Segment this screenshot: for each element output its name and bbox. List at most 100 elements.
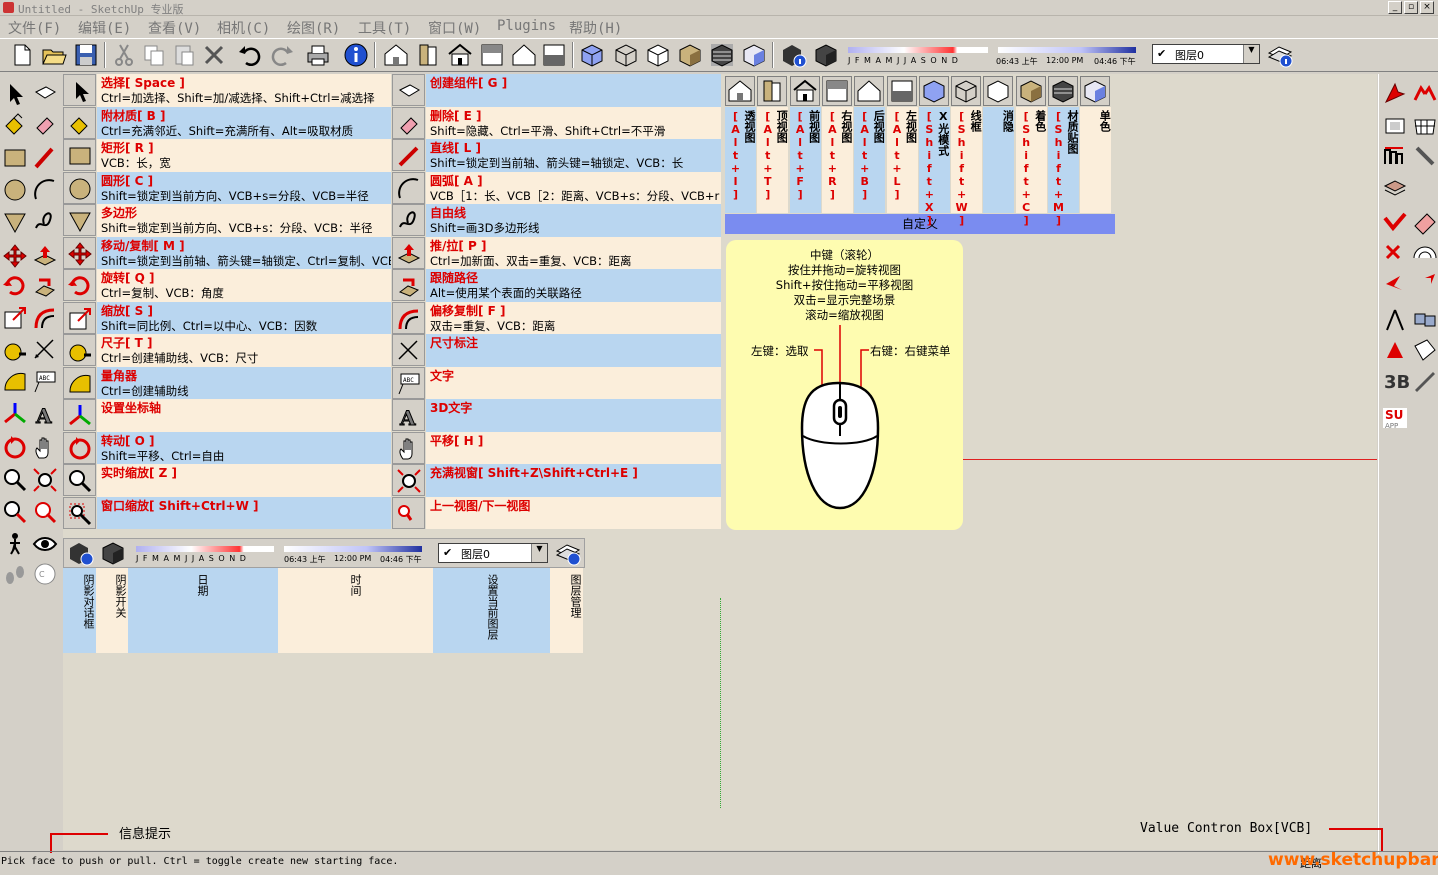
layer-dropdown[interactable]: ✔ 图层0 ▼ (1152, 44, 1260, 64)
print-icon[interactable] (304, 41, 332, 69)
offset-icon[interactable] (392, 301, 425, 334)
rotate-red-icon[interactable] (1381, 238, 1409, 266)
perspective-view-icon[interactable] (725, 76, 755, 106)
textured-icon[interactable] (708, 41, 736, 69)
pushpull-icon[interactable] (392, 236, 425, 269)
monochrome-icon[interactable] (1080, 76, 1111, 106)
dimension-icon[interactable] (392, 334, 425, 366)
right-view-icon[interactable] (821, 76, 852, 106)
text-icon[interactable]: ABC (31, 368, 59, 396)
menu-tools[interactable]: 工具(T) (358, 18, 411, 38)
zoom-icon[interactable] (1, 466, 29, 494)
tape-measure-red-icon[interactable] (1381, 208, 1409, 236)
zoom-icon[interactable] (63, 464, 96, 496)
move-arrows-icon[interactable] (1381, 80, 1409, 108)
text3d-icon[interactable]: A (392, 399, 425, 431)
undo-icon[interactable] (236, 41, 264, 69)
arc-icon[interactable] (31, 176, 59, 204)
date-slider[interactable] (848, 47, 988, 53)
close-button[interactable]: × (1420, 1, 1434, 14)
shadow-settings-icon[interactable] (67, 539, 95, 567)
move-icon[interactable] (63, 236, 96, 269)
new-file-icon[interactable] (8, 41, 36, 69)
layer-dropdown[interactable]: ✔ 图层0 ▼ (438, 543, 548, 563)
front-view-icon[interactable] (789, 76, 820, 106)
wireframe-icon[interactable] (612, 41, 640, 69)
pointer-red-icon[interactable] (1381, 270, 1409, 298)
redo-icon[interactable] (268, 41, 296, 69)
right-view-icon[interactable] (510, 41, 538, 69)
menu-file[interactable]: 文件(F) (8, 18, 61, 38)
su-app-icon[interactable]: SU APP (1381, 404, 1409, 432)
textured-icon[interactable] (1048, 76, 1078, 106)
compass-icon[interactable] (1381, 306, 1409, 334)
scale-icon[interactable] (1, 304, 29, 332)
zoom-window-icon[interactable] (1, 498, 29, 526)
zoom-window-icon[interactable] (63, 496, 96, 529)
text-icon[interactable]: ABC (392, 366, 425, 399)
xray-icon[interactable] (578, 41, 606, 69)
menu-draw[interactable]: 绘图(R) (287, 18, 340, 38)
pushpull-icon[interactable] (31, 242, 59, 270)
prev-view-icon[interactable] (31, 498, 59, 526)
delete-icon[interactable] (200, 41, 228, 69)
line-icon[interactable] (31, 144, 59, 172)
top-view-icon[interactable] (478, 41, 506, 69)
axes-icon[interactable] (63, 399, 96, 431)
move-icon[interactable] (1, 242, 29, 270)
shaded-icon[interactable] (676, 41, 704, 69)
stairs-icon[interactable] (1381, 142, 1409, 170)
brush-icon[interactable] (1411, 142, 1438, 170)
pen-icon[interactable] (1411, 366, 1438, 394)
line-icon[interactable] (392, 139, 425, 171)
arrow-red-icon[interactable] (1411, 270, 1438, 298)
flip-icon[interactable] (1411, 80, 1438, 108)
front-view-icon[interactable] (414, 41, 442, 69)
house-view-icon[interactable] (446, 41, 474, 69)
maximize-button[interactable]: ▫ (1404, 1, 1418, 14)
freehand-icon[interactable] (392, 204, 425, 236)
tape-icon[interactable] (1, 336, 29, 364)
iso-view-icon[interactable] (382, 41, 410, 69)
text3d-icon[interactable]: A (31, 400, 59, 429)
pan-icon[interactable] (392, 431, 425, 464)
offset-icon[interactable] (31, 304, 59, 332)
model-info-icon[interactable] (342, 41, 370, 69)
left-view-icon[interactable] (886, 76, 917, 106)
pan-icon[interactable] (31, 434, 59, 462)
rotate-icon[interactable] (1, 272, 29, 300)
rectangle-icon[interactable] (63, 139, 96, 171)
top-view-icon[interactable] (757, 76, 788, 106)
eraser-icon[interactable] (392, 106, 425, 139)
scale-icon[interactable] (63, 301, 96, 334)
time-slider[interactable] (998, 47, 1136, 53)
circle-icon[interactable] (1, 176, 29, 204)
shadow-toggle-icon[interactable] (812, 41, 840, 69)
paint-icon[interactable] (63, 106, 96, 139)
zoom-extents-icon[interactable] (31, 466, 59, 494)
rotate-icon[interactable] (63, 269, 96, 301)
shaded-icon[interactable] (1015, 76, 1046, 106)
menu-plugins[interactable]: Plugins (497, 18, 556, 34)
cut-icon[interactable] (110, 41, 138, 69)
back-view-icon[interactable] (540, 41, 568, 69)
look-around-icon[interactable] (31, 530, 59, 558)
rectangle-icon[interactable] (1, 144, 29, 172)
select-icon[interactable] (63, 74, 96, 106)
copy-icon[interactable] (140, 41, 168, 69)
menu-camera[interactable]: 相机(C) (217, 18, 270, 38)
protractor-icon[interactable] (63, 366, 96, 399)
shadow-settings-icon[interactable] (780, 41, 808, 69)
shadow-toggle-icon[interactable] (99, 539, 127, 567)
wireframe-icon[interactable] (951, 76, 982, 106)
date-slider[interactable] (136, 546, 274, 552)
box-icon[interactable] (1381, 112, 1409, 140)
circle-icon[interactable] (63, 171, 96, 204)
orbit-icon[interactable] (63, 431, 96, 464)
dome-icon[interactable] (1411, 238, 1438, 266)
film-icon[interactable] (1411, 336, 1438, 364)
followme-icon[interactable] (392, 269, 425, 301)
footprint-icon[interactable] (1, 560, 29, 588)
paste-icon[interactable] (170, 41, 198, 69)
menu-window[interactable]: 窗口(W) (428, 18, 481, 38)
